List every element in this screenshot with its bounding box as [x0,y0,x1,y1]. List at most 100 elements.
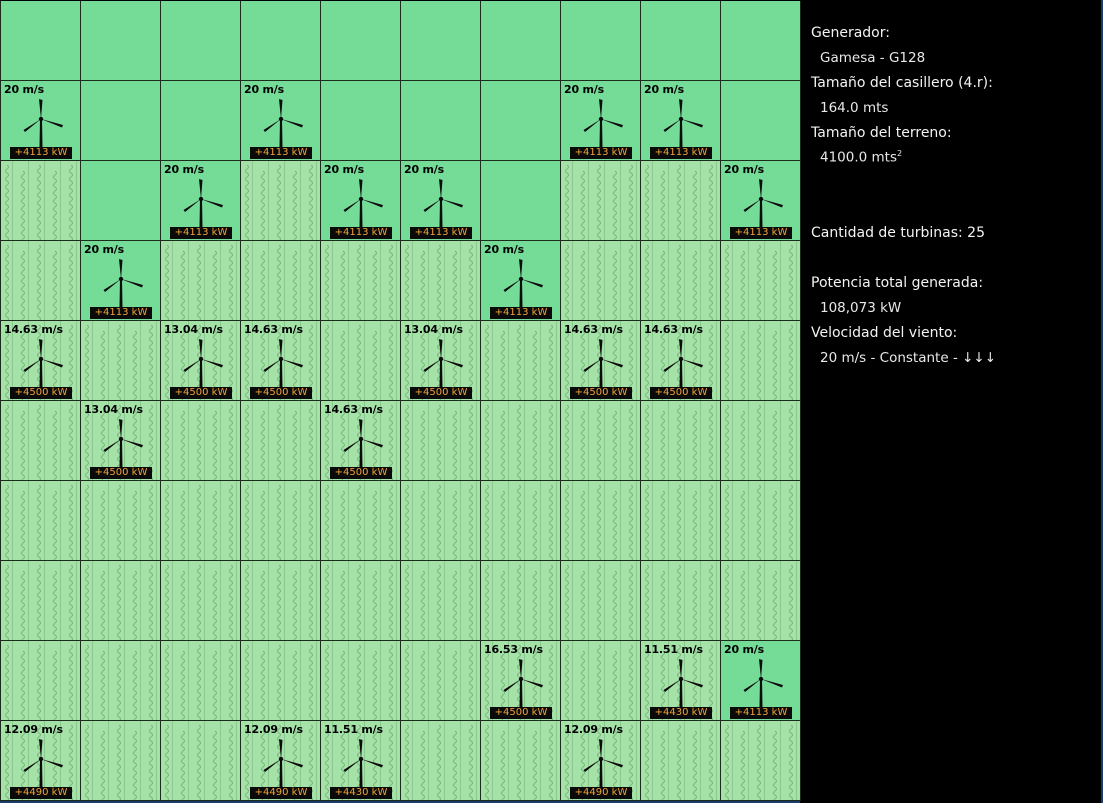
grid-cell[interactable] [561,161,641,241]
grid-cell[interactable] [1,481,81,561]
grid-cell[interactable] [1,561,81,641]
grid-cell[interactable] [1,161,81,241]
grid-cell-turbine[interactable]: 20 m/s +4113 kW [161,161,241,241]
grid-cell-turbine[interactable]: 20 m/s +4113 kW [241,81,321,161]
grid-cell[interactable] [481,1,561,81]
grid-cell-turbine[interactable]: 11.51 m/s +4430 kW [321,721,401,801]
grid-cell[interactable] [401,81,481,161]
grid-cell-turbine[interactable]: 20 m/s +4113 kW [401,161,481,241]
grid-cell[interactable] [161,641,241,721]
grid-cell[interactable] [641,1,721,81]
grid-cell-turbine[interactable]: 20 m/s +4113 kW [81,241,161,321]
grid-cell[interactable] [241,1,321,81]
grid-cell[interactable] [641,721,721,801]
grid-cell[interactable] [561,561,641,641]
grid-cell[interactable] [161,1,241,81]
grid-cell[interactable] [1,241,81,321]
grid-cell-turbine[interactable]: 12.09 m/s +4490 kW [241,721,321,801]
grid-cell[interactable] [481,561,561,641]
grid-cell-turbine[interactable]: 20 m/s +4113 kW [321,161,401,241]
grid-cell[interactable] [401,241,481,321]
grid-cell[interactable] [81,561,161,641]
grid-cell[interactable] [81,481,161,561]
grid-cell-turbine[interactable]: 20 m/s +4113 kW [721,641,801,721]
grid-cell[interactable] [641,241,721,321]
grid-cell[interactable] [721,81,801,161]
grid-cell[interactable] [321,241,401,321]
grid-cell[interactable] [721,1,801,81]
grid-cell[interactable] [161,401,241,481]
grid-cell-turbine[interactable]: 20 m/s +4113 kW [721,161,801,241]
grid-cell[interactable] [481,81,561,161]
grid-cell-turbine[interactable]: 12.09 m/s +4490 kW [561,721,641,801]
grid-cell[interactable] [321,481,401,561]
grid-cell-turbine[interactable]: 20 m/s +4113 kW [561,81,641,161]
grid-cell[interactable] [561,241,641,321]
grid-cell-turbine[interactable]: 20 m/s +4113 kW [481,241,561,321]
grid-cell[interactable] [1,1,81,81]
grid-cell[interactable] [401,1,481,81]
grid-cell[interactable] [641,561,721,641]
grid-cell[interactable] [721,241,801,321]
grid-cell[interactable] [481,721,561,801]
grid-cell[interactable] [1,641,81,721]
grid-cell[interactable] [561,641,641,721]
grid-cell[interactable] [561,401,641,481]
grid-cell[interactable] [641,401,721,481]
grid-cell[interactable] [561,481,641,561]
grid-cell[interactable] [81,81,161,161]
grid-cell[interactable] [81,1,161,81]
grid-cell[interactable] [1,401,81,481]
grid-cell-turbine[interactable]: 12.09 m/s +4490 kW [1,721,81,801]
grid-cell-turbine[interactable]: 14.63 m/s +4500 kW [1,321,81,401]
grid-cell[interactable] [721,321,801,401]
grid-cell-turbine[interactable]: 14.63 m/s +4500 kW [561,321,641,401]
grid-cell[interactable] [241,241,321,321]
grid-cell-turbine[interactable]: 13.04 m/s +4500 kW [401,321,481,401]
grid-cell[interactable] [161,481,241,561]
grid-cell-turbine[interactable]: 20 m/s +4113 kW [641,81,721,161]
grid-cell[interactable] [161,81,241,161]
grid-cell-turbine[interactable]: 11.51 m/s +4430 kW [641,641,721,721]
grid-cell[interactable] [241,481,321,561]
grid-cell[interactable] [161,561,241,641]
grid-cell[interactable] [481,481,561,561]
grid-cell[interactable] [241,401,321,481]
grid-cell[interactable] [321,641,401,721]
grid-cell[interactable] [401,721,481,801]
grid-cell[interactable] [481,161,561,241]
grid-cell[interactable] [241,641,321,721]
grid-cell[interactable] [721,721,801,801]
grid-cell[interactable] [81,321,161,401]
grid-cell[interactable] [561,1,641,81]
grid-cell[interactable] [481,401,561,481]
grid-cell[interactable] [81,721,161,801]
grid-cell-turbine[interactable]: 13.04 m/s +4500 kW [81,401,161,481]
grid-cell-turbine[interactable]: 20 m/s +4113 kW [1,81,81,161]
grid-cell-turbine[interactable]: 14.63 m/s +4500 kW [321,401,401,481]
grid-cell-turbine[interactable]: 16.53 m/s +4500 kW [481,641,561,721]
grid-cell-turbine[interactable]: 14.63 m/s +4500 kW [241,321,321,401]
grid-cell[interactable] [401,561,481,641]
grid-cell[interactable] [81,161,161,241]
grid-cell[interactable] [721,561,801,641]
grid-cell[interactable] [401,481,481,561]
grid-cell-turbine[interactable]: 14.63 m/s +4500 kW [641,321,721,401]
grid-cell[interactable] [321,81,401,161]
grid-cell[interactable] [321,321,401,401]
grid-cell-turbine[interactable]: 13.04 m/s +4500 kW [161,321,241,401]
grid-cell[interactable] [321,1,401,81]
grid-cell[interactable] [401,401,481,481]
grid-cell[interactable] [721,401,801,481]
grid-cell[interactable] [401,641,481,721]
grid-cell[interactable] [161,241,241,321]
grid-cell[interactable] [241,161,321,241]
grid-cell[interactable] [81,641,161,721]
grid-cell[interactable] [641,161,721,241]
grid-cell[interactable] [321,561,401,641]
grid-cell[interactable] [241,561,321,641]
grid-cell[interactable] [161,721,241,801]
grid-cell[interactable] [481,321,561,401]
grid-cell[interactable] [641,481,721,561]
grid-cell[interactable] [721,481,801,561]
